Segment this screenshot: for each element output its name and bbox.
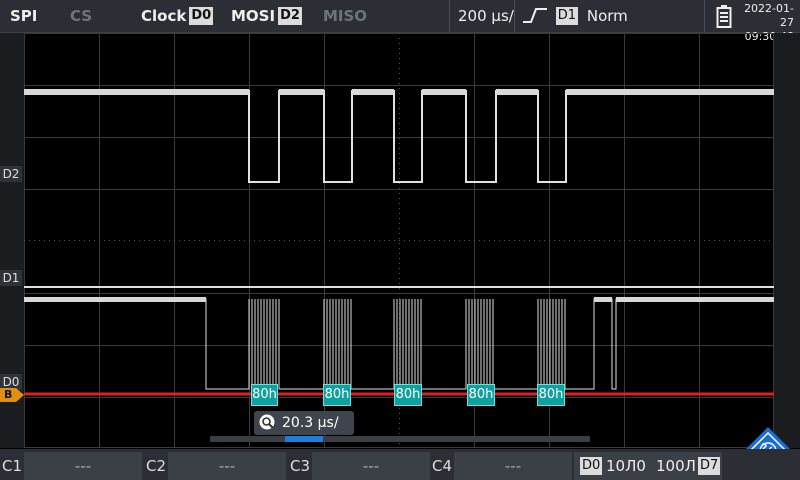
decode-frame-label[interactable]: 80h xyxy=(323,384,351,406)
d2-high-band xyxy=(422,89,466,95)
cs-label[interactable]: CS xyxy=(70,0,92,32)
clock-label: Clock xyxy=(141,7,187,25)
d0-high-band xyxy=(594,297,612,302)
bus-b-marker[interactable]: B xyxy=(0,388,24,402)
right-strip xyxy=(774,33,800,448)
clock-setting[interactable]: Clock D0 xyxy=(141,0,214,32)
d0-high-band xyxy=(616,297,774,302)
digital-channels-panel[interactable]: D0 10Л0 100Л D7 xyxy=(574,452,722,480)
channel-c1-label[interactable]: C1 xyxy=(0,452,24,480)
channel-c2-label[interactable]: C2 xyxy=(144,452,168,480)
zoom-scrollbar[interactable] xyxy=(210,436,590,442)
clock-channel-chip: D0 xyxy=(189,6,214,25)
digital-start-chip: D0 xyxy=(580,457,603,475)
digital-group2: 100Л xyxy=(656,457,696,475)
channel-c1-value[interactable]: --- xyxy=(24,452,142,480)
separator xyxy=(514,0,515,32)
channel-c4-value[interactable]: --- xyxy=(454,452,572,480)
d2-high-band xyxy=(24,89,249,95)
zoom-control[interactable]: 20.3 µs/ xyxy=(254,411,354,435)
d2-high-band xyxy=(566,89,774,95)
channel-c2-value[interactable]: --- xyxy=(168,452,286,480)
bus-b-label: B xyxy=(4,388,13,401)
mosi-channel-chip: D2 xyxy=(278,6,302,25)
digital-end-chip: D7 xyxy=(698,457,721,475)
magnifier-icon xyxy=(259,414,275,430)
decode-frame-label[interactable]: 80h xyxy=(251,384,278,406)
separator xyxy=(704,0,705,32)
trigger-source-chip: D1 xyxy=(555,6,579,25)
d2-high-band xyxy=(496,89,538,95)
d0-high-band xyxy=(24,297,206,302)
separator xyxy=(449,0,450,32)
channel-label-d2[interactable]: D2 xyxy=(0,166,22,182)
zoom-scroll-thumb[interactable] xyxy=(285,436,323,442)
trigger-mode: Norm xyxy=(586,7,628,25)
battery-icon xyxy=(716,5,732,28)
digital-group1: 10Л0 xyxy=(606,457,646,475)
d2-high-band xyxy=(279,89,324,95)
decode-frame-label[interactable]: 80h xyxy=(537,384,565,406)
protocol-label[interactable]: SPI xyxy=(10,0,37,32)
rising-edge-icon xyxy=(523,7,547,23)
miso-label[interactable]: MISO xyxy=(323,0,367,32)
channel-label-d1[interactable]: D1 xyxy=(0,270,22,286)
trigger-setting[interactable]: D1 Norm xyxy=(522,0,628,32)
date-text: 2022-01-27 xyxy=(744,2,794,29)
zoom-value: 20.3 µs/ xyxy=(282,415,339,431)
timebase-value[interactable]: 200 µs/ xyxy=(458,0,514,32)
channel-c4-label[interactable]: C4 xyxy=(430,452,454,480)
channel-c3-value[interactable]: --- xyxy=(312,452,430,480)
channel-c3-label[interactable]: C3 xyxy=(288,452,312,480)
mosi-label: MOSI xyxy=(231,7,276,25)
d2-high-band xyxy=(352,89,394,95)
decode-frame-label[interactable]: 80h xyxy=(467,384,495,406)
decode-frame-label[interactable]: 80h xyxy=(394,384,422,406)
mosi-setting[interactable]: MOSI D2 xyxy=(231,0,302,32)
top-toolbar: SPI CS Clock D0 MOSI D2 MISO 200 µs/ D1 No… xyxy=(0,0,800,43)
